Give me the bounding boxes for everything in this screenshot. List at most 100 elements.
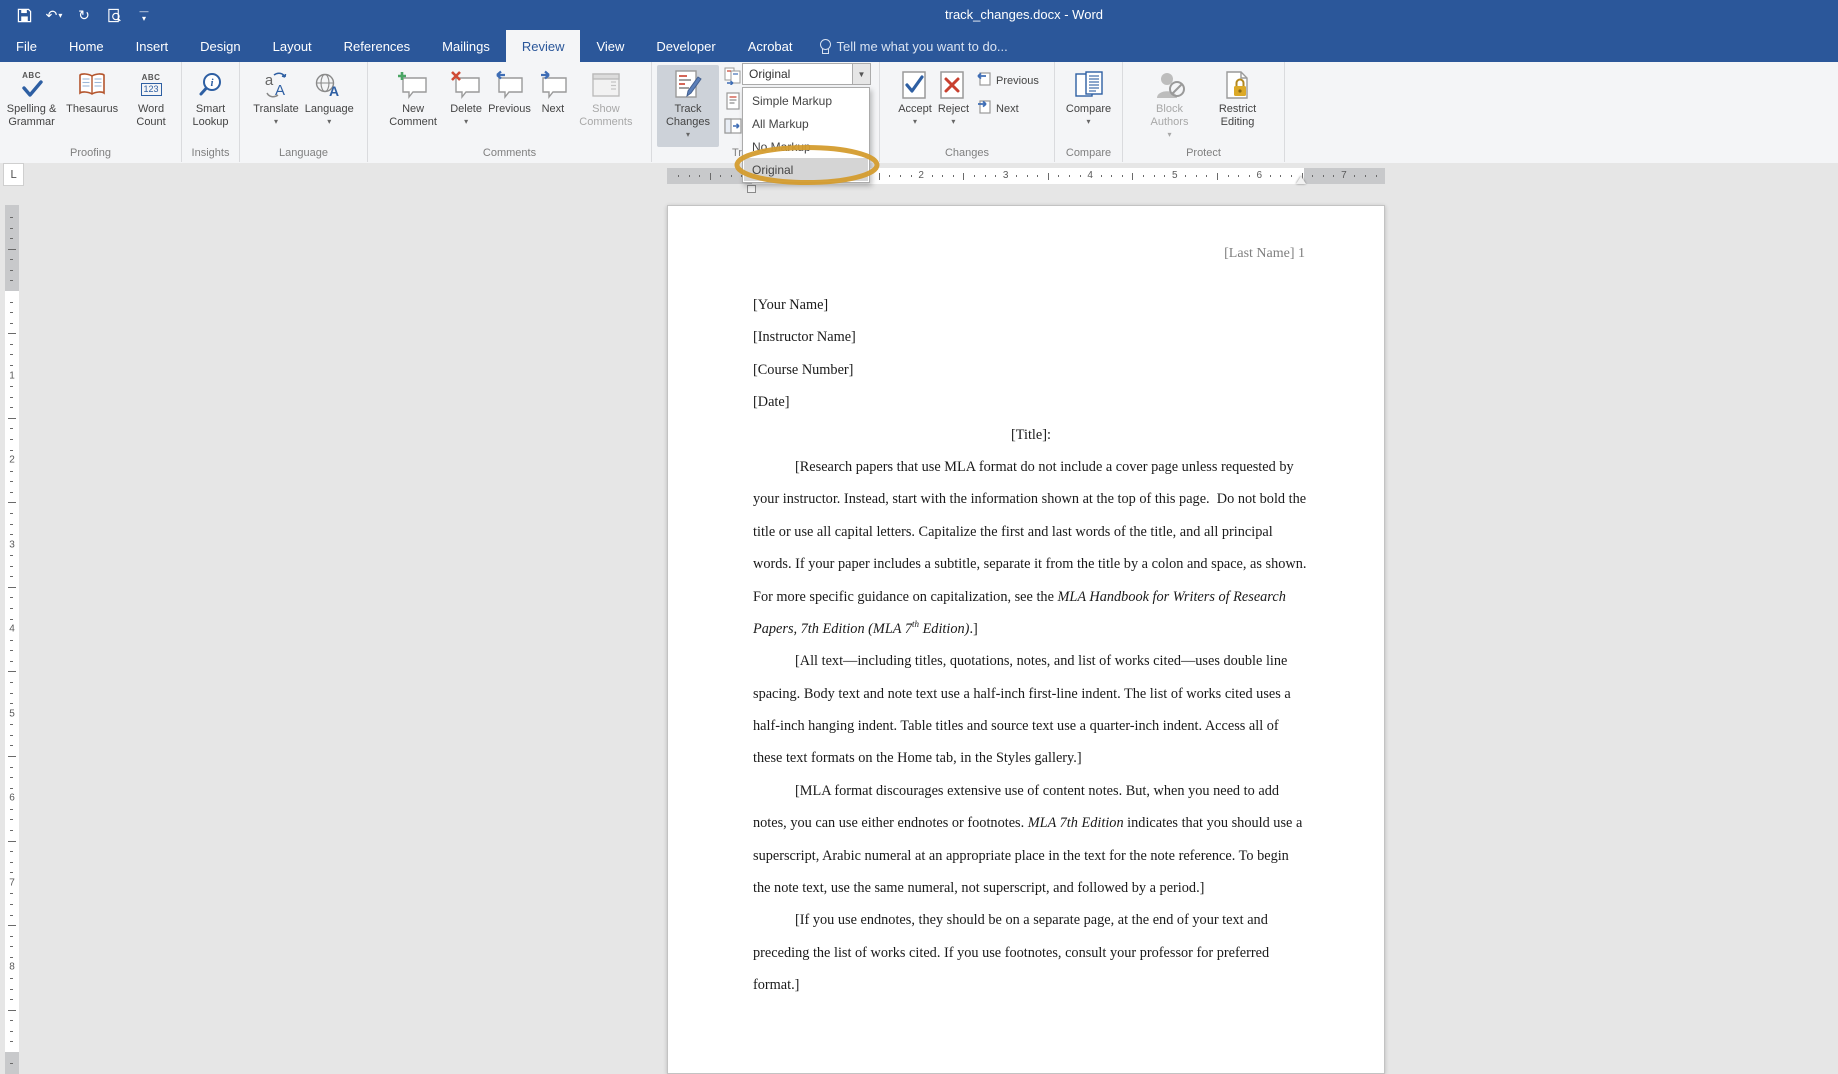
dropdown-item-original[interactable]: Original: [744, 158, 868, 181]
language-icon: A: [315, 67, 343, 103]
reject-menu-caret: ▾: [951, 118, 955, 126]
display-for-review-icon-button[interactable]: [723, 66, 743, 86]
tab-references[interactable]: References: [328, 30, 426, 62]
restrict-editing-button[interactable]: Restrict Editing: [1204, 65, 1272, 149]
document-line: words. If your paper includes a subtitle…: [753, 548, 1309, 580]
accept-button[interactable]: Accept ▾: [895, 65, 935, 149]
ruler-number: 3: [5, 539, 19, 550]
undo-icon: ↶: [46, 7, 58, 24]
svg-text:A: A: [329, 83, 339, 99]
document-line: the note text, use the same numeral, not…: [753, 872, 1309, 904]
dropdown-item-no-markup[interactable]: No Markup: [744, 135, 868, 158]
display-for-review-combo[interactable]: Original ▼: [742, 63, 871, 85]
previous-comment-button[interactable]: Previous: [485, 65, 534, 149]
undo-button[interactable]: ↶▾: [44, 4, 64, 26]
block-authors-button[interactable]: Block Authors ▾: [1136, 65, 1204, 149]
block-authors-icon: [1154, 67, 1186, 103]
next-change-icon: [976, 99, 992, 118]
tab-developer[interactable]: Developer: [640, 30, 731, 62]
tab-design[interactable]: Design: [184, 30, 256, 62]
document-line: these text formats on the Home tab, in t…: [753, 742, 1309, 774]
ribbon: ABC Spelling & Grammar Thesaurus ABC 123…: [0, 62, 1838, 164]
next-comment-button[interactable]: Next: [534, 65, 572, 149]
track-changes-button[interactable]: Track Changes ▾: [657, 65, 719, 147]
translate-menu-caret: ▾: [274, 118, 278, 126]
save-button[interactable]: [14, 4, 34, 26]
tab-insert[interactable]: Insert: [120, 30, 185, 62]
svg-text:a: a: [265, 72, 274, 89]
quick-access-toolbar: ↶▾ ↻ —▾: [14, 3, 154, 27]
document-page[interactable]: [Last Name] 1 [Your Name][Instructor Nam…: [667, 205, 1385, 1074]
language-menu-caret: ▾: [327, 118, 331, 126]
window-title: track_changes.docx - Word: [944, 7, 1104, 22]
tab-mailings[interactable]: Mailings: [426, 30, 506, 62]
group-label-insights: Insights: [182, 147, 239, 159]
track-changes-icon: [673, 67, 703, 103]
right-indent-marker[interactable]: [1296, 176, 1306, 184]
show-comments-button[interactable]: Show Comments: [572, 65, 640, 149]
spelling-grammar-button[interactable]: ABC Spelling & Grammar: [0, 65, 63, 149]
ruler-number: 6: [1257, 169, 1263, 183]
ruler-number: 7: [5, 877, 19, 888]
tab-stop-selector[interactable]: L: [3, 163, 24, 186]
thesaurus-button[interactable]: Thesaurus: [63, 65, 121, 149]
group-comments: New Comment Delete ▾ Previous Next Sho: [368, 62, 652, 162]
tell-me-box[interactable]: Tell me what you want to do...: [809, 30, 1018, 62]
previous-comment-icon: [493, 67, 525, 103]
document-line: [Research papers that use MLA format do …: [753, 451, 1309, 483]
document-line: notes, you can use either endnotes or fo…: [753, 807, 1309, 839]
tab-layout[interactable]: Layout: [257, 30, 328, 62]
delete-comment-button[interactable]: Delete ▾: [447, 65, 485, 149]
smart-lookup-icon: i: [198, 67, 224, 103]
hanging-indent-marker[interactable]: [747, 185, 756, 193]
tab-view[interactable]: View: [580, 30, 640, 62]
translate-button[interactable]: aA Translate ▾: [250, 65, 301, 149]
document-line: spacing. Body text and note text use a h…: [753, 678, 1309, 710]
combo-dropdown-button[interactable]: ▼: [852, 64, 870, 84]
delete-comment-icon: [450, 67, 482, 103]
dropdown-item-simple-markup[interactable]: Simple Markup: [744, 89, 868, 112]
tab-review[interactable]: Review: [506, 30, 581, 62]
next-comment-icon: [537, 67, 569, 103]
group-compare: Compare ▾ Compare: [1055, 62, 1123, 162]
ribbon-tab-row: FileHomeInsertDesignLayoutReferencesMail…: [0, 30, 1838, 62]
group-label-compare: Compare: [1055, 147, 1122, 159]
reject-button[interactable]: Reject ▾: [935, 65, 972, 149]
ruler-number: 4: [5, 624, 19, 635]
group-protect: Block Authors ▾ Restrict Editing Protect: [1123, 62, 1285, 162]
new-comment-button[interactable]: New Comment: [379, 65, 447, 149]
restrict-editing-icon: [1224, 67, 1252, 103]
tab-acrobat[interactable]: Acrobat: [732, 30, 809, 62]
group-changes: Accept ▾ Reject ▾ Previous Next: [880, 62, 1055, 162]
document-line: [Title]:: [753, 419, 1309, 451]
redo-button[interactable]: ↻: [74, 4, 94, 26]
group-insights: i Smart Lookup Insights: [182, 62, 240, 162]
undo-dropdown-caret[interactable]: ▾: [58, 11, 62, 20]
show-comments-icon: [591, 67, 621, 103]
language-button[interactable]: A Language ▾: [302, 65, 357, 149]
title-bar: ↶▾ ↻ —▾ track_changes.docx - Word: [0, 0, 1838, 30]
dropdown-item-all-markup[interactable]: All Markup: [744, 112, 868, 135]
previous-change-button[interactable]: Previous: [976, 71, 1039, 90]
display-for-review-value: Original: [743, 67, 852, 81]
customize-qat-button[interactable]: —▾: [134, 4, 154, 26]
ruler-number: 4: [1087, 169, 1093, 183]
show-markup-button[interactable]: [723, 91, 743, 111]
document-line: format.]: [753, 969, 1309, 1001]
smart-lookup-button[interactable]: i Smart Lookup: [182, 65, 239, 149]
compare-button[interactable]: Compare ▾: [1063, 65, 1114, 149]
reviewing-pane-button[interactable]: [723, 116, 743, 136]
redo-icon: ↻: [78, 7, 90, 24]
document-line: title or use all capital letters. Capita…: [753, 516, 1309, 548]
print-preview-button[interactable]: [104, 4, 124, 26]
delete-comment-menu-caret: ▾: [464, 118, 468, 126]
ruler-number: 2: [5, 455, 19, 466]
next-change-button[interactable]: Next: [976, 99, 1039, 118]
vertical-ruler[interactable]: 12345678: [5, 205, 19, 1074]
word-count-button[interactable]: ABC 123 Word Count: [121, 65, 181, 149]
accept-icon: [901, 67, 929, 103]
tab-file[interactable]: File: [0, 30, 53, 62]
document-body[interactable]: [Your Name][Instructor Name][Course Numb…: [753, 289, 1309, 1002]
tab-home[interactable]: Home: [53, 30, 120, 62]
group-label-comments: Comments: [368, 147, 651, 159]
